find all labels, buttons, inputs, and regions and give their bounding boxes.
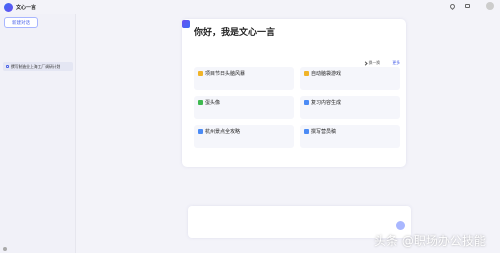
sidebar: 新建对话 撰写制造业上海工厂调研计划 [0,14,76,253]
top-link-1[interactable] [448,2,457,10]
new-chat-button[interactable]: 新建对话 [4,17,38,28]
doc-icon [304,100,309,105]
refresh-icon [362,60,368,66]
suggestion-card[interactable]: 杭州景点全攻略 [194,125,294,148]
suggestion-grid: 项目节日头脑风暴 自动脑袋游戏 蛋头像 复习内容生成 杭州景点全攻略 撰写营员稿 [194,67,400,148]
card-title: 项目节日头脑风暴 [205,71,246,77]
top-link-2[interactable] [465,4,478,8]
suggestion-card[interactable]: 自动脑袋游戏 [300,67,400,90]
trophy-icon [304,71,309,76]
top-right-actions [448,2,494,10]
history-item-label: 撰写制造业上海工厂调研计划 [11,63,61,69]
card-title: 复习内容生成 [311,100,342,106]
avatar[interactable] [486,2,494,10]
swap-button[interactable]: 换一换 [362,60,380,66]
suggestion-card[interactable]: 项目节日头脑风暴 [194,67,294,90]
welcome-card: 你好，我是文心一言 换一换 更多 项目节日头脑风暴 自动脑袋游戏 蛋头像 复习内… [182,19,406,167]
bot-avatar-icon [182,20,190,28]
suggestion-card[interactable]: 撰写营员稿 [300,125,400,148]
spark-icon [198,100,203,105]
app-logo[interactable]: 文心一言 [4,2,37,12]
card-title: 撰写营员稿 [311,129,337,135]
card-title: 杭州景点全攻略 [205,129,241,135]
card-title: 蛋头像 [205,100,221,106]
trophy-icon [198,71,203,76]
box-icon [465,4,470,8]
chat-icon [6,65,9,68]
logo-icon [4,2,13,12]
user-icon [3,247,7,251]
sidebar-history-item[interactable]: 撰写制造业上海工厂调研计划 [3,62,73,71]
swap-label: 换一换 [368,60,380,65]
suggestion-card[interactable]: 复习内容生成 [300,96,400,119]
more-link[interactable]: 更多 [392,60,400,66]
compass-icon [198,129,203,134]
pen-icon [304,129,309,134]
pin-icon [448,2,457,10]
greeting-title: 你好，我是文心一言 [194,28,276,38]
watermark-text: 头条 @职场办公技能 [374,234,486,248]
app-title: 文心一言 [16,4,37,11]
sidebar-footer[interactable] [3,247,9,251]
suggestion-card[interactable]: 蛋头像 [194,96,294,119]
card-title: 自动脑袋游戏 [311,71,342,77]
send-icon[interactable] [396,221,405,230]
top-bar: 文心一言 [0,0,500,14]
